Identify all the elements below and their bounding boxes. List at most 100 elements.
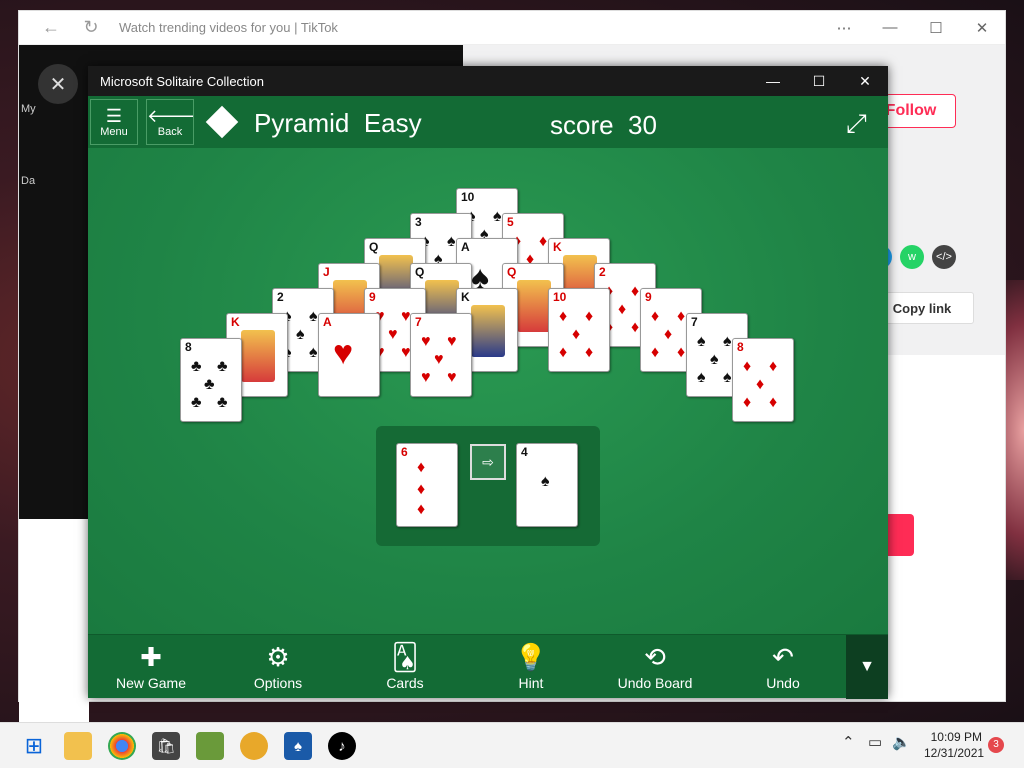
back-arrow-icon: 🡐	[147, 106, 196, 126]
chevron-up-icon[interactable]: ⌃	[842, 733, 855, 751]
clock[interactable]: 10:09 PM 12/31/2021	[924, 729, 985, 761]
card-rank: 8	[737, 340, 744, 354]
card-rank: A	[461, 240, 470, 254]
solitaire-window: Microsoft Solitaire Collection — ☐ ✕ ☰ M…	[88, 66, 888, 699]
chevron-down-icon[interactable]: ▼	[846, 635, 888, 699]
card-suit: ♥	[447, 333, 457, 350]
card-suit: ♠	[723, 333, 732, 350]
maximize-button[interactable]: ☐	[913, 19, 959, 37]
pyramid-card[interactable]: 10 ♦ ♦ ♦ ♦ ♦	[548, 288, 610, 372]
chrome-icon[interactable]	[108, 732, 136, 760]
new-game-button[interactable]: ✚ New Game	[101, 641, 201, 691]
card-rank: K	[553, 240, 562, 254]
notification-badge[interactable]: 3	[988, 737, 1004, 753]
browser-titlebar: ← ↻ Watch trending videos for you | TikT…	[19, 11, 1005, 45]
solitaire-window-title: Microsoft Solitaire Collection	[100, 73, 265, 89]
card-suit: ♠	[723, 369, 732, 386]
card-rank: 10	[553, 290, 567, 304]
card-suit: ♦	[539, 233, 548, 250]
difficulty: Easy	[363, 108, 422, 138]
solitaire-taskbar-icon[interactable]: ♠	[284, 732, 312, 760]
browser-title: Watch trending videos for you | TikTok	[119, 20, 338, 35]
maximize-button[interactable]: ☐	[796, 73, 842, 90]
card-suit: ♦	[743, 358, 752, 375]
options-button[interactable]: ⚙ Options	[228, 641, 328, 691]
whatsapp-icon[interactable]: w	[900, 245, 924, 269]
cards-button[interactable]: 🂡 Cards	[355, 641, 455, 691]
volume-icon[interactable]: 🔈	[892, 733, 911, 751]
solitaire-titlebar: Microsoft Solitaire Collection — ☐ ✕	[88, 66, 888, 96]
more-options-icon[interactable]: ⋯	[821, 19, 867, 37]
card-suit: ♦	[618, 301, 627, 318]
card-suit: ♠	[296, 326, 305, 343]
file-explorer-icon[interactable]	[64, 732, 92, 760]
stock-card-suit: ♠	[541, 473, 550, 490]
lightbulb-icon: 💡	[514, 642, 548, 672]
card-rank: Q	[369, 240, 379, 254]
face-card-art	[471, 305, 505, 357]
minimize-button[interactable]: —	[867, 19, 913, 36]
embed-icon[interactable]: </>	[932, 245, 956, 269]
game-header: ☰ Menu 🡐 Back Pyramid Easy score 30 ⤢	[88, 96, 888, 148]
network-icon[interactable]: ▭	[868, 733, 882, 751]
left-white-strip	[19, 519, 89, 737]
game-name: Pyramid	[254, 108, 350, 138]
undo-label: Undo	[766, 675, 800, 691]
card-rank: 8	[185, 340, 192, 354]
card-suit: ♥	[333, 334, 354, 372]
left-labels: My Da	[21, 103, 36, 187]
hint-label: Hint	[518, 675, 544, 691]
close-button[interactable]: ✕	[959, 19, 1005, 37]
card-suit: ♠	[309, 344, 318, 361]
card-rank: 3	[415, 215, 422, 229]
waste-card[interactable]: 6 ♦ ♦ ♦	[396, 443, 458, 527]
cards-label: Cards	[386, 675, 424, 691]
fullscreen-expand-icon[interactable]: ⤢	[846, 108, 867, 140]
windows-start-icon[interactable]: ⊞	[20, 732, 48, 760]
card-suit: ♥	[421, 333, 431, 350]
back-arrow-icon[interactable]: ←	[31, 17, 71, 38]
card-suit: ♦	[631, 283, 640, 300]
clock-date: 12/31/2021	[924, 746, 985, 760]
minecraft-icon[interactable]	[196, 732, 224, 760]
store-icon[interactable]: 🛍	[152, 732, 180, 760]
options-label: Options	[253, 675, 303, 691]
recycle-deck-icon[interactable]: ⇨	[470, 444, 506, 480]
card-suit: ♣	[217, 358, 228, 375]
plus-icon: ✚	[140, 642, 162, 672]
close-button[interactable]: ✕	[842, 73, 888, 90]
pyramid-card[interactable]: 7 ♥ ♥ ♥ ♥ ♥	[410, 313, 472, 397]
card-suit: ♠	[447, 233, 456, 250]
tiktok-icon[interactable]: ♪	[328, 732, 356, 760]
stock-card[interactable]: 4 ♠	[516, 443, 578, 527]
card-suit: ♦	[769, 358, 778, 375]
card-suit: ♣	[204, 376, 215, 393]
pyramid-card[interactable]: 8 ♣ ♣ ♣ ♣ ♣	[180, 338, 242, 422]
card-suit: ♣	[217, 394, 228, 411]
close-video-icon[interactable]: ✕	[38, 64, 78, 104]
card-suit: ♦	[559, 308, 568, 325]
refresh-icon[interactable]: ↻	[71, 17, 111, 38]
waste-card-rank: 6	[401, 445, 408, 459]
card-rank: Q	[415, 265, 425, 279]
card-suit: ♦	[585, 344, 594, 361]
card-suit: ♦	[631, 319, 640, 336]
undo-board-button[interactable]: ⟲ Undo Board	[605, 641, 705, 691]
pyramid-card[interactable]: 8 ♦ ♦ ♦ ♦ ♦	[732, 338, 794, 422]
face-card-art	[241, 330, 275, 382]
card-rank: 2	[599, 265, 606, 279]
pyramid-card[interactable]: A ♥	[318, 313, 380, 397]
gear-icon: ⚙	[266, 642, 290, 672]
hint-button[interactable]: 💡 Hint	[481, 641, 581, 691]
card-suit: ♦	[677, 344, 686, 361]
undo-button[interactable]: ↶ Undo	[733, 641, 833, 691]
card-suit: ♦	[559, 344, 568, 361]
menu-button[interactable]: ☰ Menu	[90, 99, 138, 145]
back-button[interactable]: 🡐 Back	[146, 99, 196, 145]
new-game-label: New Game	[115, 675, 187, 691]
card-suit: ♠	[493, 208, 502, 225]
card-suit: ♦	[572, 326, 581, 343]
app-icon[interactable]	[240, 732, 268, 760]
minimize-button[interactable]: —	[750, 73, 796, 89]
card-suit: ♥	[447, 369, 457, 386]
